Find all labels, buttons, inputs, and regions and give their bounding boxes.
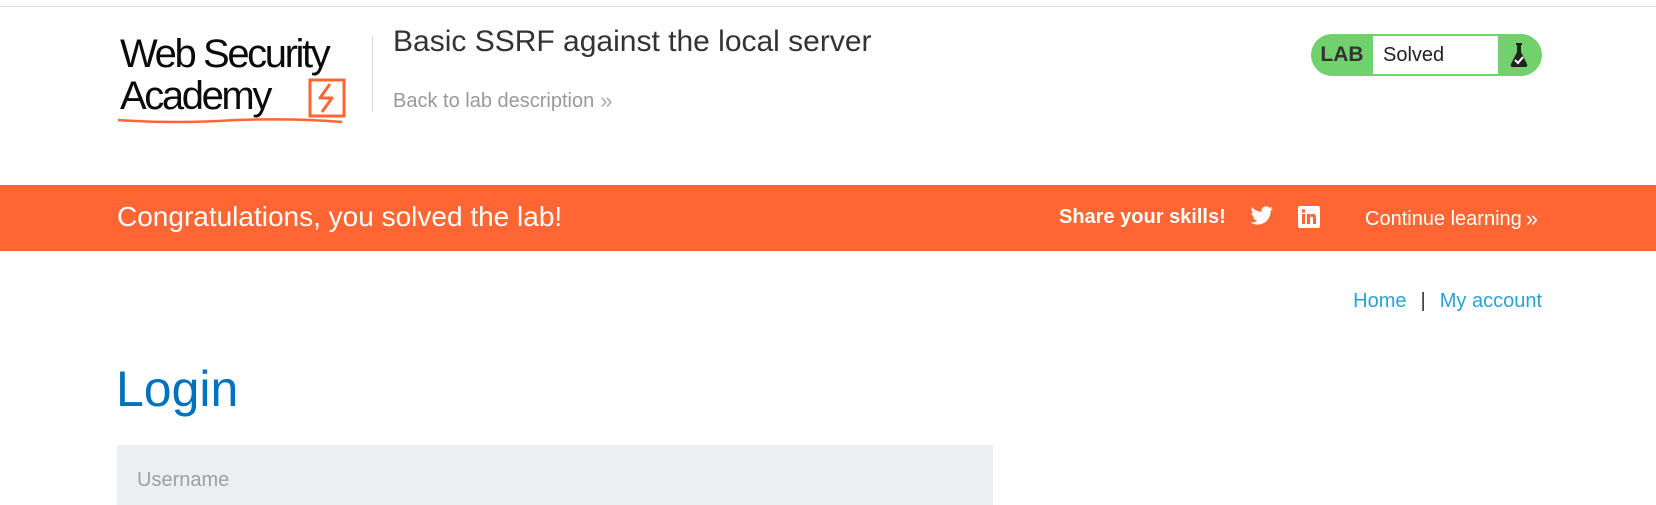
share-skills-label: Share your skills!: [1059, 206, 1226, 228]
twitter-icon[interactable]: [1250, 205, 1274, 232]
back-to-lab-description-link[interactable]: Back to lab description »: [393, 88, 613, 114]
home-link[interactable]: Home: [1353, 290, 1406, 313]
top-nav: Home | My account: [1353, 290, 1542, 313]
flask-icon: [1498, 36, 1540, 74]
congratulations-message: Congratulations, you solved the lab!: [117, 201, 563, 232]
linkedin-icon[interactable]: [1298, 206, 1320, 233]
header-divider: [372, 36, 373, 112]
web-security-academy-logo[interactable]: Web Security Academy: [116, 32, 374, 124]
chevron-double-right-icon: »: [600, 88, 612, 113]
username-field[interactable]: Username: [117, 445, 993, 505]
continue-learning-label: Continue learning: [1365, 207, 1522, 230]
my-account-link[interactable]: My account: [1440, 290, 1542, 313]
solved-banner: Congratulations, you solved the lab! Sha…: [0, 185, 1656, 251]
lab-title: Basic SSRF against the local server: [393, 25, 872, 58]
lab-status-badge: LAB Solved: [1311, 34, 1542, 76]
username-placeholder: Username: [137, 469, 230, 491]
nav-separator: |: [1420, 290, 1426, 312]
page-title: Login: [116, 361, 239, 417]
back-link-label: Back to lab description: [393, 89, 595, 112]
logo-flash-icon: [117, 78, 346, 124]
chevron-double-right-icon: »: [1525, 206, 1538, 231]
lab-status-value: Solved: [1373, 36, 1498, 74]
lab-status-label: LAB: [1320, 43, 1364, 66]
continue-learning-link[interactable]: Continue learning »: [1365, 206, 1538, 232]
top-border: [0, 6, 1656, 7]
